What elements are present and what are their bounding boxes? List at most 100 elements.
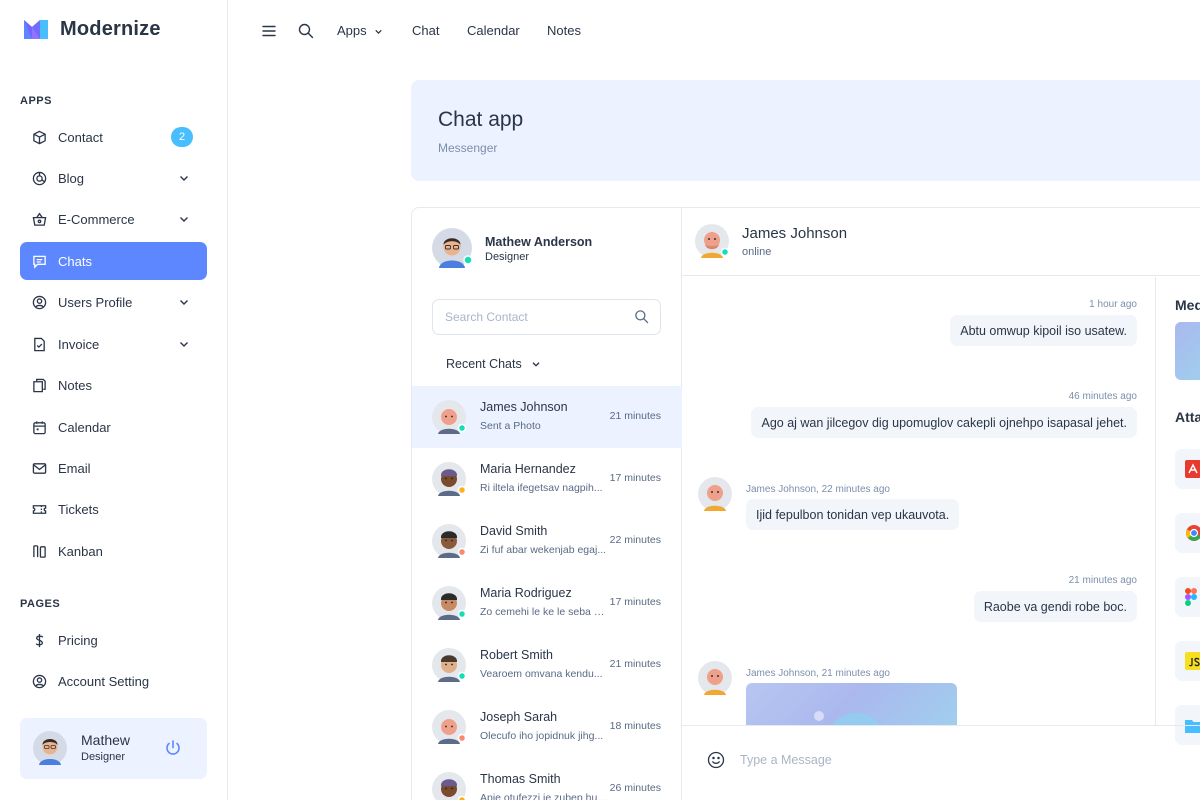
sidebar-item-notes[interactable]: Notes	[20, 366, 207, 404]
message-input[interactable]	[740, 746, 1040, 774]
contact-row[interactable]: David Smith Zi fuf abar wekenjab egaj... 2…	[412, 510, 682, 572]
sidebar-item-label: Notes	[58, 377, 92, 393]
contacts-panel: Mathew Anderson Designer Recent Chats Ja…	[412, 208, 682, 800]
contact-name: Joseph Sarah	[480, 710, 558, 724]
avatar	[432, 772, 466, 800]
user-circle-icon	[31, 673, 47, 689]
contact-row[interactable]: Joseph Sarah Olecufo iho jopidnuk jihg...…	[412, 696, 682, 758]
sidebar: Modernize APPS Contact 2 Blog E-Commerce…	[0, 0, 228, 800]
avatar	[432, 462, 466, 496]
attachment-chrome[interactable]	[1175, 513, 1200, 553]
user-circle-icon	[31, 294, 47, 310]
sidebar-item-tickets[interactable]: Tickets	[20, 490, 207, 528]
contact-row[interactable]: Maria Hernandez Ri iltela ifegetsav nagpi…	[412, 448, 682, 510]
message-bubble: Raobe va gendi robe boc.	[973, 591, 1137, 622]
active-contact-status: online	[742, 246, 772, 258]
topbar-chat-link[interactable]: Chat	[412, 23, 439, 38]
chrome-icon	[1186, 525, 1200, 541]
pdf-icon	[1185, 460, 1200, 478]
page-title: Chat app	[438, 108, 524, 131]
ticket-icon	[31, 501, 47, 517]
emoji-icon[interactable]	[707, 751, 725, 769]
conversation-panel: James Johnson online 1 hour ago Abtu omw…	[682, 208, 1200, 800]
dollar-icon	[31, 632, 47, 648]
kanban-icon	[31, 543, 47, 559]
notes-icon	[31, 377, 47, 393]
sidebar-item-chats[interactable]: Chats	[20, 242, 207, 280]
avatar	[33, 731, 67, 765]
chat-card: Mathew Anderson Designer Recent Chats Ja…	[411, 207, 1200, 800]
menu-icon[interactable]	[260, 22, 278, 40]
sidebar-item-account-setting[interactable]: Account Setting	[20, 662, 207, 700]
sidebar-item-email[interactable]: Email	[20, 449, 207, 487]
sidebar-item-invoice[interactable]: Invoice	[20, 325, 207, 363]
contact-count-badge: 2	[171, 127, 193, 147]
contact-name: Maria Rodriguez	[480, 586, 572, 600]
sidebar-item-users-profile[interactable]: Users Profile	[20, 283, 207, 321]
chevron-down-icon	[375, 29, 382, 35]
contact-row[interactable]: Thomas Smith Apie otufezzi ie zubep hu...…	[412, 758, 682, 800]
recent-chats-dropdown[interactable]: Recent Chats	[446, 357, 542, 371]
search-icon[interactable]	[297, 22, 315, 40]
my-role: Designer	[485, 251, 530, 263]
cube-icon	[31, 129, 47, 145]
avatar	[432, 586, 466, 620]
sidebar-item-label: Email	[58, 460, 91, 476]
contact-time: 21 minutes	[609, 658, 661, 670]
chevron-down-icon	[180, 300, 188, 305]
contact-time: 21 minutes	[609, 410, 661, 422]
attachment-figma[interactable]	[1175, 577, 1200, 617]
contact-name: Maria Hernandez	[480, 462, 576, 476]
photo-shapes-icon	[814, 711, 880, 725]
apps-caption: APPS	[20, 95, 52, 107]
javascript-icon	[1185, 652, 1200, 670]
power-icon[interactable]	[164, 739, 182, 757]
avatar	[432, 400, 466, 434]
conversation-header: James Johnson online	[682, 208, 1200, 276]
attachment-js[interactable]	[1175, 641, 1200, 681]
app-logo[interactable]: Modernize	[22, 17, 161, 41]
message-time: 1 hour ago	[1089, 299, 1137, 310]
avatar	[432, 710, 466, 744]
contact-last-message: Zi fuf abar wekenjab egaj...	[480, 544, 607, 556]
contact-time: 26 minutes	[609, 782, 661, 794]
sidebar-item-label: Pricing	[58, 632, 98, 648]
sidebar-item-label: Contact	[58, 129, 103, 145]
media-thumbnail[interactable]	[1175, 322, 1200, 380]
contact-row[interactable]: James Johnson Sent a Photo 21 minutes	[412, 386, 682, 448]
topbar-calendar-link[interactable]: Calendar	[467, 23, 520, 38]
profile-role: Designer	[81, 751, 126, 763]
chevron-down-icon	[180, 176, 188, 181]
search-contact-input[interactable]	[432, 299, 661, 335]
sidebar-item-label: Chats	[58, 253, 92, 269]
message-bubble: Ijid fepulbon tonidan vep ukauvota.	[746, 499, 960, 530]
my-name: Mathew Anderson	[485, 235, 593, 249]
basket-icon	[31, 211, 47, 227]
sidebar-item-label: Tickets	[58, 501, 99, 517]
pages-caption: PAGES	[20, 598, 61, 610]
sidebar-item-calendar[interactable]: Calendar	[20, 408, 207, 446]
contact-row[interactable]: Robert Smith Vearoem omvana kendu... 21 mi…	[412, 634, 682, 696]
sidebar-item-pricing[interactable]: Pricing	[20, 621, 207, 659]
contact-last-message: Vearoem omvana kendu...	[480, 668, 603, 680]
sidebar-item-kanban[interactable]: Kanban	[20, 532, 207, 570]
topbar-apps-link[interactable]: Apps	[337, 23, 384, 38]
sidebar-item-blog[interactable]: Blog	[20, 159, 207, 197]
message-time: 21 minutes ago	[1068, 575, 1137, 586]
contact-time: 17 minutes	[609, 472, 661, 484]
recent-chats-label: Recent Chats	[446, 357, 522, 371]
search-icon[interactable]	[634, 309, 649, 324]
contact-name: David Smith	[480, 524, 548, 538]
avatar	[432, 228, 472, 268]
contact-row[interactable]: Maria Rodriguez Zo cemehi le ke le seba z…	[412, 572, 682, 634]
sidebar-item-label: E-Commerce	[58, 211, 135, 227]
message-bubble: Abtu omwup kipoil iso usatew.	[950, 315, 1137, 346]
sidebar-item-ecommerce[interactable]: E-Commerce	[20, 200, 207, 238]
message-photo[interactable]	[746, 683, 957, 725]
sidebar-item-contact[interactable]: Contact 2	[20, 118, 207, 156]
message-icon	[31, 253, 47, 269]
attachments-caption: Attachments	[1175, 409, 1200, 425]
attachment-pdf[interactable]	[1175, 449, 1200, 489]
topbar-notes-link[interactable]: Notes	[547, 23, 581, 38]
contact-last-message: Olecufo iho jopidnuk jihg...	[480, 730, 604, 742]
